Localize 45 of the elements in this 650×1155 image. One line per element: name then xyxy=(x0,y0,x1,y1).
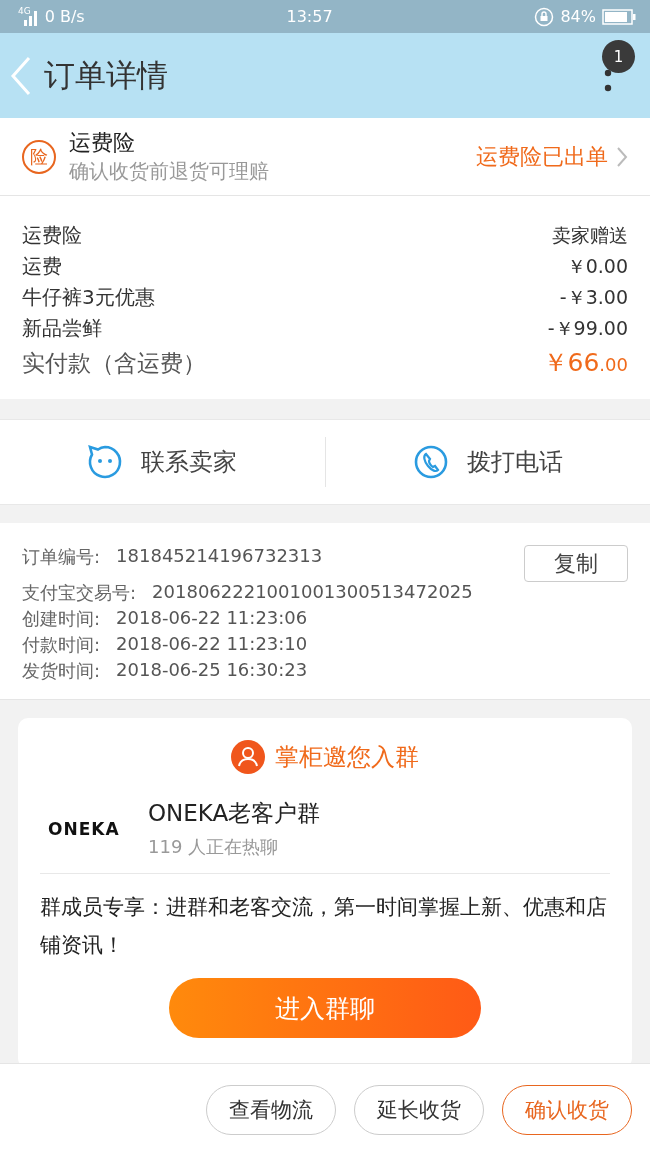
phone-icon xyxy=(412,444,449,480)
insurance-title: 运费险 xyxy=(69,129,136,157)
group-description: 群成员专享：进群和老客交流，第一时间掌握上新、优惠和店铺资讯！ xyxy=(40,894,608,959)
fee-label: 新品尝鲜 xyxy=(22,315,102,342)
contact-button[interactable]: 拨打电话 xyxy=(466,446,563,478)
contact-button[interactable]: 联系卖家 xyxy=(141,446,238,478)
member-count: 119 人正在热聊 xyxy=(148,835,280,859)
info-label: 支付宝交易号: xyxy=(22,581,137,605)
info-label: 发货时间: xyxy=(22,659,101,683)
page-title: 订单详情 xyxy=(44,55,168,95)
fee-label: 运费险 xyxy=(22,222,82,249)
fee-value: 卖家赠送 xyxy=(552,223,628,248)
info-label: 创建时间: xyxy=(22,607,101,631)
rotation-lock-icon xyxy=(534,6,555,27)
fee-value: ￥0.00 xyxy=(566,254,628,279)
action-button[interactable]: 延长收货 xyxy=(354,1084,484,1135)
info-label: 付款时间: xyxy=(22,633,101,657)
group-name: ONEKA老客户群 xyxy=(148,799,321,828)
info-label: 订单编号: xyxy=(22,545,101,569)
card-title: 掌柜邀您入群 xyxy=(275,742,419,773)
insurance-subtitle: 确认收货前退货可理赔 xyxy=(69,158,270,185)
copy-button[interactable]: 复制 xyxy=(524,545,628,582)
insurance-icon: 险 xyxy=(22,139,56,174)
info-value: 181845214196732313 xyxy=(116,545,323,568)
fee-value: -￥3.00 xyxy=(559,285,628,310)
info-value: 2018-06-22 11:23:10 xyxy=(116,633,308,656)
info-value: 2018062221001001300513472025 xyxy=(152,581,473,604)
info-value: 2018-06-25 16:30:23 xyxy=(116,659,308,682)
smiley-chat-icon xyxy=(87,444,124,480)
total-label: 实付款（含运费） xyxy=(22,349,206,378)
clock: 13:57 xyxy=(286,7,333,26)
fee-value: -￥99.00 xyxy=(547,316,628,341)
action-button[interactable]: 查看物流 xyxy=(206,1084,336,1135)
chevron-right-icon xyxy=(616,145,628,168)
shop-logo: ONEKA xyxy=(47,818,121,839)
fee-label: 运费 xyxy=(22,253,62,280)
group-icon xyxy=(231,740,265,774)
fee-label: 牛仔裤3元优惠 xyxy=(22,284,155,311)
battery-icon xyxy=(602,8,636,25)
total-amount: ￥66.00 xyxy=(542,347,628,379)
battery-percent: 84% xyxy=(560,7,596,26)
network-type: 4G xyxy=(18,5,31,16)
network-speed: 0 B/s xyxy=(44,7,85,26)
info-value: 2018-06-22 11:23:06 xyxy=(116,607,308,630)
notification-badge: 1 xyxy=(602,40,635,73)
